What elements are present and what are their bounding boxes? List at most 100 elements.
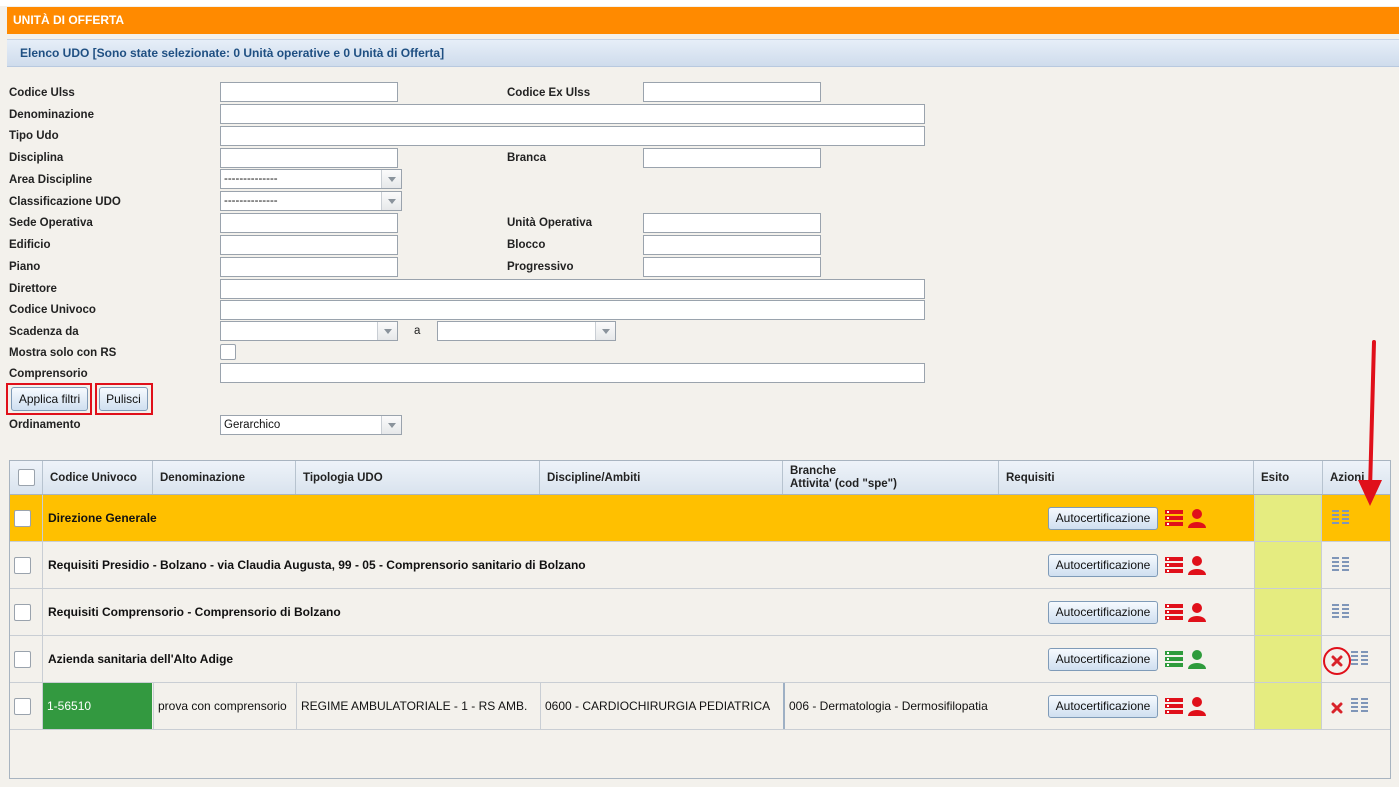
- person-icon[interactable]: [1187, 602, 1207, 622]
- codice-univoco-cell[interactable]: 1-56510: [43, 683, 152, 729]
- label-scadenza-a: a: [414, 325, 421, 337]
- scadenza-a-select[interactable]: [437, 321, 616, 341]
- chevron-down-icon[interactable]: [377, 322, 397, 340]
- header-denominazione[interactable]: Denominazione: [153, 461, 296, 494]
- branca-input[interactable]: [643, 148, 821, 168]
- ordinamento-select[interactable]: Gerarchico: [220, 415, 402, 435]
- autocertificazione-button[interactable]: Autocertificazione: [1048, 554, 1158, 577]
- label-codice-ex-ulss: Codice Ex Ulss: [507, 87, 591, 99]
- autocertificazione-button[interactable]: Autocertificazione: [1048, 601, 1158, 624]
- unita-operativa-input[interactable]: [643, 213, 821, 233]
- classificazione-udo-select[interactable]: --------------: [220, 191, 402, 211]
- table-row[interactable]: Requisiti Comprensorio - Comprensorio di…: [10, 589, 1390, 636]
- comprensorio-input[interactable]: [220, 363, 925, 383]
- classificazione-udo-value: --------------: [224, 195, 278, 207]
- details-grid-icon[interactable]: [1332, 556, 1350, 572]
- label-direttore: Direttore: [9, 283, 57, 295]
- person-icon[interactable]: [1187, 649, 1207, 669]
- table-row[interactable]: Direzione Generale Autocertificazione: [10, 495, 1390, 542]
- chevron-down-icon[interactable]: [381, 170, 401, 188]
- row-checkbox-cell: [10, 636, 43, 682]
- codice-univoco-input[interactable]: [220, 300, 925, 320]
- denominazione-input[interactable]: [220, 104, 925, 124]
- header-branche-line2: Attivita' (cod "spe"): [790, 477, 897, 490]
- autocertificazione-button[interactable]: Autocertificazione: [1048, 648, 1158, 671]
- row-checkbox-cell: [10, 542, 43, 588]
- requirements-list-icon[interactable]: [1165, 556, 1183, 574]
- tipologia-cell: REGIME AMBULATORIALE - 1 - RS AMB.: [296, 683, 540, 729]
- progressivo-input[interactable]: [643, 257, 821, 277]
- row-checkbox[interactable]: [14, 510, 31, 527]
- details-grid-icon[interactable]: [1351, 650, 1369, 666]
- area-discipline-value: --------------: [224, 173, 278, 185]
- autocertificazione-button[interactable]: Autocertificazione: [1048, 695, 1158, 718]
- delete-icon[interactable]: [1331, 655, 1343, 667]
- person-icon[interactable]: [1187, 508, 1207, 528]
- edificio-input[interactable]: [220, 235, 398, 255]
- delete-icon[interactable]: [1331, 702, 1343, 714]
- branca-cell: 006 - Dermatologia - Dermosifilopatia: [783, 683, 999, 729]
- label-area-discipline: Area Discipline: [9, 174, 93, 186]
- esito-cell: [1254, 589, 1322, 635]
- sede-operativa-input[interactable]: [220, 213, 398, 233]
- mostra-solo-rs-checkbox[interactable]: [220, 344, 236, 360]
- label-disciplina: Disciplina: [9, 152, 64, 164]
- chevron-down-icon[interactable]: [595, 322, 615, 340]
- label-progressivo: Progressivo: [507, 261, 574, 273]
- ordinamento-value: Gerarchico: [224, 419, 281, 431]
- requirements-list-icon[interactable]: [1165, 697, 1183, 715]
- scadenza-da-select[interactable]: [220, 321, 398, 341]
- requirements-list-icon[interactable]: [1165, 603, 1183, 621]
- header-tipologia[interactable]: Tipologia UDO: [296, 461, 540, 494]
- row-checkbox[interactable]: [14, 557, 31, 574]
- codice-ulss-input[interactable]: [220, 82, 398, 102]
- disciplina-cell: 0600 - CARDIOCHIRURGIA PEDIATRICA: [540, 683, 783, 729]
- person-icon[interactable]: [1187, 555, 1207, 575]
- row-checkbox[interactable]: [14, 651, 31, 668]
- header-codice-univoco[interactable]: Codice Univoco: [43, 461, 153, 494]
- row-title: Requisiti Presidio - Bolzano - via Claud…: [48, 558, 586, 572]
- area-discipline-select[interactable]: --------------: [220, 169, 402, 189]
- label-unita-operativa: Unità Operativa: [507, 217, 592, 229]
- requirements-list-icon[interactable]: [1165, 650, 1183, 668]
- chevron-down-icon[interactable]: [381, 416, 401, 434]
- person-icon[interactable]: [1187, 696, 1207, 716]
- header-requisiti[interactable]: Requisiti: [999, 461, 1254, 494]
- row-checkbox[interactable]: [14, 604, 31, 621]
- label-denominazione: Denominazione: [9, 109, 94, 121]
- details-grid-icon[interactable]: [1351, 697, 1369, 713]
- table-row[interactable]: 1-56510 prova con comprensorio REGIME AM…: [10, 683, 1390, 730]
- row-checkbox[interactable]: [14, 698, 31, 715]
- header-discipline[interactable]: Discipline/Ambiti: [540, 461, 783, 494]
- piano-input[interactable]: [220, 257, 398, 277]
- select-all-checkbox[interactable]: [17, 469, 35, 486]
- tipo-udo-input[interactable]: [220, 126, 925, 146]
- list-summary: Elenco UDO [Sono state selezionate: 0 Un…: [7, 39, 1399, 67]
- label-edificio: Edificio: [9, 239, 51, 251]
- table-header: Codice Univoco Denominazione Tipologia U…: [10, 461, 1390, 495]
- table-row[interactable]: Azienda sanitaria dell'Alto Adige Autoce…: [10, 636, 1390, 683]
- row-title: Azienda sanitaria dell'Alto Adige: [48, 652, 234, 666]
- header-esito[interactable]: Esito: [1254, 461, 1323, 494]
- codice-ex-ulss-input[interactable]: [643, 82, 821, 102]
- esito-cell: [1254, 683, 1322, 729]
- autocertificazione-button[interactable]: Autocertificazione: [1048, 507, 1158, 530]
- details-grid-icon[interactable]: [1332, 509, 1350, 525]
- top-strip: [0, 0, 1399, 6]
- pulisci-button[interactable]: Pulisci: [99, 387, 148, 411]
- chevron-down-icon[interactable]: [381, 192, 401, 210]
- disciplina-input[interactable]: [220, 148, 398, 168]
- requirements-list-icon[interactable]: [1165, 509, 1183, 527]
- esito-cell: [1254, 542, 1322, 588]
- table-row[interactable]: Requisiti Presidio - Bolzano - via Claud…: [10, 542, 1390, 589]
- details-grid-icon[interactable]: [1332, 603, 1350, 619]
- header-branche[interactable]: Branche Attivita' (cod "spe"): [783, 461, 999, 494]
- label-classificazione-udo: Classificazione UDO: [9, 196, 121, 208]
- label-codice-ulss: Codice Ulss: [9, 87, 75, 99]
- direttore-input[interactable]: [220, 279, 925, 299]
- applica-filtri-button[interactable]: Applica filtri: [11, 387, 88, 411]
- label-scadenza-da: Scadenza da: [9, 326, 79, 338]
- blocco-input[interactable]: [643, 235, 821, 255]
- label-comprensorio: Comprensorio: [9, 368, 88, 380]
- row-checkbox-cell: [10, 683, 43, 729]
